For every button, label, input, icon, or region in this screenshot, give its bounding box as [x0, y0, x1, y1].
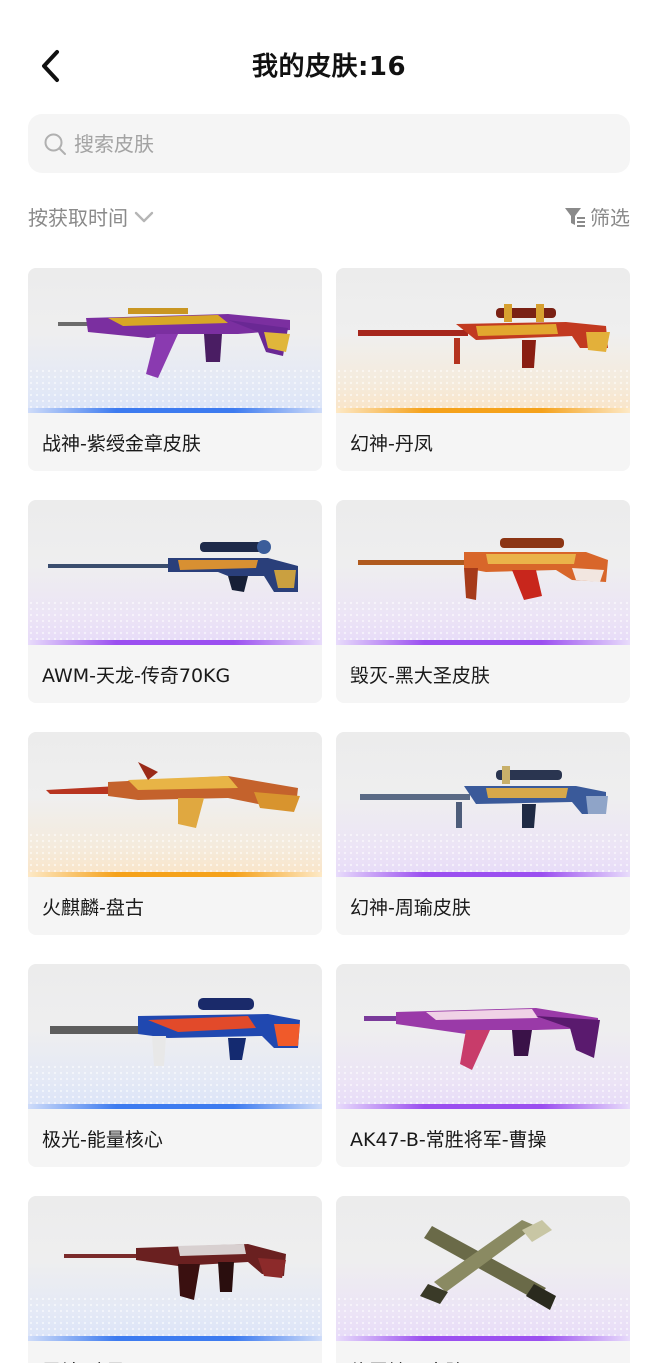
skin-name: 修罗镰刀皮肤 [336, 1341, 630, 1363]
skin-card[interactable]: 毁灭-黑大圣皮肤 [336, 500, 630, 703]
search-bar[interactable] [28, 114, 630, 173]
rifle-icon [46, 762, 300, 828]
skin-card[interactable]: 幻神-周瑜皮肤 [336, 732, 630, 935]
filter-icon [564, 206, 586, 228]
chevron-down-icon [134, 210, 154, 224]
skin-name: 雷神-暗星 [28, 1341, 322, 1363]
sort-label: 按获取时间 [28, 206, 128, 230]
skin-name: 幻神-周瑜皮肤 [350, 896, 471, 919]
sniper-rifle-icon [358, 538, 608, 600]
search-icon [42, 131, 68, 157]
skin-image [336, 1196, 630, 1341]
skin-card[interactable]: 雷神-暗星 [28, 1196, 322, 1363]
skin-card[interactable]: 火麒麟-盘古 [28, 732, 322, 935]
sniper-rifle-icon [360, 766, 608, 828]
skin-name: 战神-紫绶金章皮肤 [42, 432, 201, 455]
skin-name: 火麒麟-盘古 [42, 896, 144, 919]
skin-image [28, 268, 322, 413]
knife-pistol-icon [420, 1220, 556, 1310]
skin-image [336, 268, 630, 413]
page-title: 我的皮肤:16 [251, 52, 407, 82]
skin-name: AWM-天龙-传奇70KG [42, 664, 231, 687]
skin-card[interactable]: 幻神-丹凤 [336, 268, 630, 471]
skin-image [28, 732, 322, 877]
rifle-icon [364, 1008, 600, 1070]
filter-label: 筛选 [590, 206, 630, 230]
skin-card[interactable]: 战神-紫绶金章皮肤 [28, 268, 322, 471]
search-input[interactable] [74, 131, 594, 156]
skin-name: 幻神-丹凤 [350, 432, 433, 455]
sort-dropdown[interactable]: 按获取时间 [28, 202, 154, 231]
rifle-icon [64, 1244, 286, 1300]
sniper-rifle-icon [358, 304, 610, 368]
skin-image [336, 732, 630, 877]
skin-name: 极光-能量核心 [42, 1128, 163, 1151]
skin-card[interactable]: AWM-天龙-传奇70KG [28, 500, 322, 703]
filter-button[interactable]: 筛选 [564, 202, 630, 231]
skin-card[interactable]: 修罗镰刀皮肤 [336, 1196, 630, 1363]
skin-image [28, 964, 322, 1109]
sniper-rifle-icon [50, 998, 300, 1066]
skin-image [336, 500, 630, 645]
skin-image [28, 1196, 322, 1341]
skin-card[interactable]: AK47-B-常胜将军-曹操 [336, 964, 630, 1167]
skin-card[interactable]: 极光-能量核心 [28, 964, 322, 1167]
skin-name: 毁灭-黑大圣皮肤 [350, 664, 490, 687]
rifle-icon [58, 308, 290, 378]
skin-image [28, 500, 322, 645]
skin-name: AK47-B-常胜将军-曹操 [350, 1128, 547, 1151]
sniper-rifle-icon [48, 540, 298, 592]
top-bar: 我的皮肤:16 [0, 0, 658, 130]
skin-grid: 战神-紫绶金章皮肤 幻神-丹凤 AWM-天龙-传奇70KG 毁灭-黑大圣皮肤 火… [28, 268, 630, 1363]
skin-image [336, 964, 630, 1109]
